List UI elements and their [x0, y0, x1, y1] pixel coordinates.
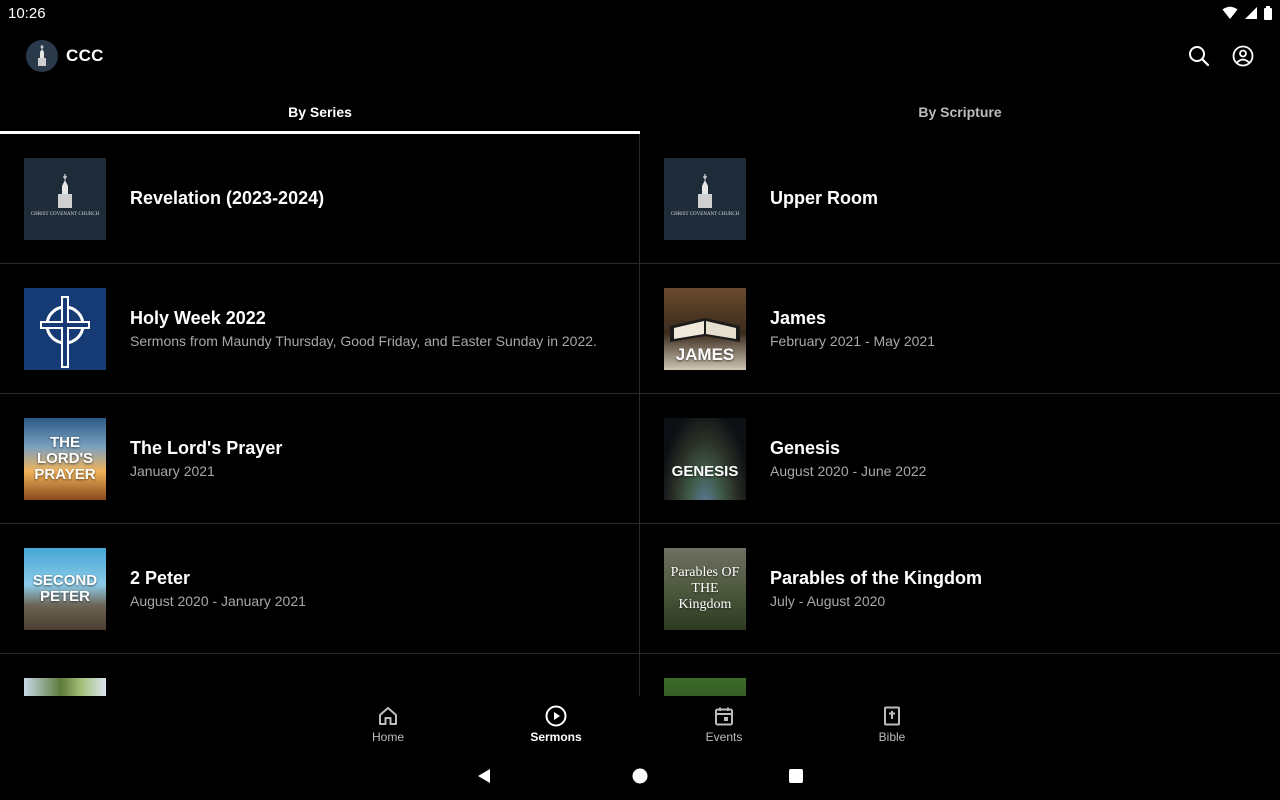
thumbnail-caption: GENESIS [671, 462, 739, 480]
thumbnail-caption: CHRIST COVENANT CHURCH [30, 211, 100, 217]
nav-sermons[interactable]: Sermons [472, 696, 640, 752]
back-icon[interactable] [476, 768, 492, 784]
signal-icon [1245, 7, 1257, 19]
nav-events[interactable]: Events [640, 696, 808, 752]
tab-label: By Scripture [918, 104, 1002, 120]
thumbnail-caption: THE LORD'S PRAYER [34, 433, 96, 483]
series-text: 2 Peter August 2020 - January 2021 [130, 568, 306, 609]
tab-label: By Series [288, 104, 352, 120]
series-text: Upper Room [770, 188, 878, 209]
series-item[interactable]: CHRIST COVENANT CHURCH Upper Room [640, 134, 1280, 264]
play-circle-icon [545, 705, 567, 726]
series-thumbnail: JAMES [664, 287, 746, 370]
account-icon[interactable] [1232, 45, 1254, 67]
status-time: 10:26 [8, 4, 46, 22]
church-logo-icon [26, 40, 58, 72]
series-subtitle: January 2021 [130, 463, 215, 479]
tab-by-series[interactable]: By Series [0, 90, 640, 134]
calendar-icon [715, 707, 733, 725]
series-item[interactable]: Holy Week 2022 Sermons from Maundy Thurs… [0, 264, 640, 394]
series-text: Genesis August 2020 - June 2022 [770, 438, 926, 479]
tab-by-scripture[interactable]: By Scripture [640, 90, 1280, 134]
nav-label: Bible [878, 729, 906, 744]
series-thumbnail: GENESIS [664, 417, 746, 500]
series-subtitle: Sermons from Maundy Thursday, Good Frida… [130, 333, 597, 349]
series-title: Holy Week 2022 [130, 308, 266, 328]
series-item[interactable]: Parables OF THE Kingdom Parables of the … [640, 524, 1280, 654]
series-text: Parables of the Kingdom July - August 20… [770, 568, 982, 609]
series-subtitle: February 2021 - May 2021 [770, 333, 935, 349]
series-title: 2 Peter [130, 568, 191, 588]
series-item[interactable] [640, 654, 1280, 696]
app-bar-actions [1188, 45, 1254, 67]
series-thumbnail: THE LORD'S PRAYER [24, 417, 106, 500]
series-title: Revelation (2023-2024) [130, 188, 325, 208]
series-title: James [770, 308, 827, 328]
series-title: Upper Room [770, 188, 878, 208]
series-title: Genesis [770, 438, 841, 458]
series-list: CHRIST COVENANT CHURCH Revelation (2023-… [0, 134, 1280, 696]
series-thumbnail: SECOND PETER [24, 547, 106, 630]
series-item[interactable]: CHRIST COVENANT CHURCH Revelation (2023-… [0, 134, 640, 264]
sermon-tabs: By Series By Scripture [0, 90, 1280, 134]
battery-icon [1264, 6, 1272, 20]
bottom-navigation: Home Sermons Events Bible [0, 696, 1280, 752]
nav-bible[interactable]: Bible [808, 696, 976, 752]
series-subtitle: August 2020 - June 2022 [770, 463, 927, 479]
system-navigation [0, 752, 1280, 800]
recents-icon[interactable] [788, 768, 804, 784]
nav-label: Sermons [530, 729, 582, 744]
status-icons [1222, 6, 1272, 20]
app-title: CCC [66, 46, 104, 65]
series-thumbnail [24, 678, 106, 696]
series-title: The Lord's Prayer [130, 438, 283, 458]
series-thumbnail: CHRIST COVENANT CHURCH [24, 157, 106, 240]
series-subtitle: August 2020 - January 2021 [130, 593, 306, 609]
series-subtitle: July - August 2020 [770, 593, 886, 609]
series-thumbnail [664, 678, 746, 696]
thumbnail-caption: JAMES [675, 344, 735, 364]
wifi-icon [1222, 6, 1238, 19]
series-text: Holy Week 2022 Sermons from Maundy Thurs… [130, 308, 597, 349]
series-thumbnail: CHRIST COVENANT CHURCH [664, 157, 746, 240]
nav-home[interactable]: Home [304, 696, 472, 752]
bible-icon [884, 706, 900, 725]
status-bar: 10:26 [0, 0, 1280, 26]
series-item[interactable]: GENESIS Genesis August 2020 - June 2022 [640, 394, 1280, 524]
thumbnail-caption: CHRIST COVENANT CHURCH [670, 211, 740, 217]
app-bar: CCC [0, 26, 1280, 86]
home-icon [379, 706, 397, 725]
brand: CCC [26, 40, 104, 72]
series-item[interactable]: THE LORD'S PRAYER The Lord's Prayer Janu… [0, 394, 640, 524]
home-circle-icon[interactable] [632, 768, 648, 784]
nav-label: Home [371, 729, 404, 744]
series-text: James February 2021 - May 2021 [770, 308, 935, 349]
nav-label: Events [705, 729, 743, 744]
thumbnail-caption: SECOND PETER [32, 571, 98, 605]
series-item[interactable] [0, 654, 640, 696]
series-text: The Lord's Prayer January 2021 [130, 438, 282, 479]
series-thumbnail [24, 287, 106, 370]
series-title: Parables of the Kingdom [770, 568, 983, 588]
thumbnail-caption: Parables OF THE Kingdom [670, 564, 740, 612]
series-thumbnail: Parables OF THE Kingdom [664, 547, 746, 630]
search-icon[interactable] [1188, 45, 1210, 67]
series-item[interactable]: SECOND PETER 2 Peter August 2020 - Janua… [0, 524, 640, 654]
series-item[interactable]: JAMES James February 2021 - May 2021 [640, 264, 1280, 394]
series-text: Revelation (2023-2024) [130, 188, 324, 209]
cross-icon [40, 295, 90, 368]
